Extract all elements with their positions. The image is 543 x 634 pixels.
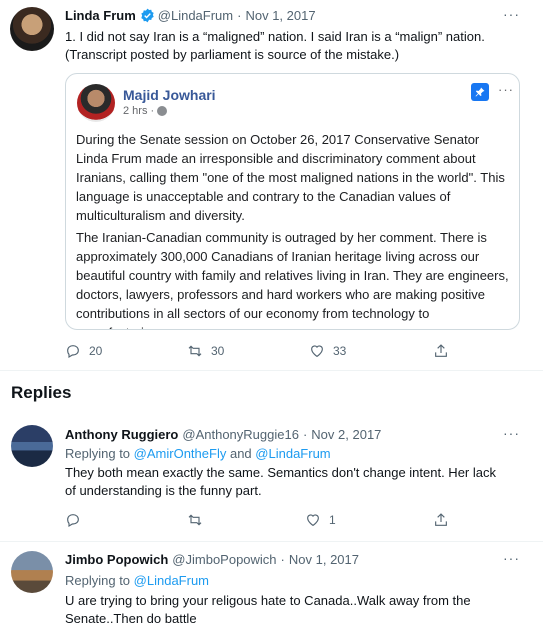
share-icon — [435, 513, 447, 526]
like-count: 33 — [333, 344, 347, 358]
author-handle[interactable]: @LindaFrum — [158, 8, 233, 23]
more-options-icon[interactable]: ··· — [503, 550, 520, 566]
reply-button[interactable]: 20 — [65, 343, 187, 359]
post-author-avatar — [77, 84, 115, 122]
mention-link[interactable]: @LindaFrum — [255, 446, 330, 461]
replying-and: and — [229, 446, 252, 461]
author-handle[interactable]: @JimboPopowich — [172, 552, 276, 567]
embedded-post-image[interactable]: Majid Jowhari 2 hrs · ··· During the Sen… — [65, 73, 520, 330]
share-button[interactable] — [433, 343, 449, 359]
tweet-date[interactable]: Nov 1, 2017 — [289, 552, 359, 567]
separator-dot: · — [280, 552, 285, 567]
more-options-icon[interactable]: ··· — [503, 425, 520, 441]
share-icon — [435, 344, 447, 357]
tweet-text: They both mean exactly the same. Semanti… — [65, 465, 496, 498]
separator-dot: · — [302, 427, 308, 442]
replies-heading: Replies — [11, 383, 72, 402]
tweet-date[interactable]: Nov 1, 2017 — [245, 8, 315, 23]
replying-prefix: Replying to — [65, 573, 131, 588]
reply-icon — [67, 514, 79, 528]
retweet-icon — [188, 345, 202, 357]
tweet-actions: 1 — [65, 512, 525, 528]
tweet-text: 1. I did not say Iran is a “maligned” na… — [65, 29, 485, 62]
author-handle[interactable]: @AnthonyRuggie16 — [182, 427, 299, 442]
main-tweet: Linda Frum @LindaFrum · Nov 1, 2017 ··· … — [0, 0, 543, 372]
verified-badge-icon — [140, 8, 155, 23]
heart-icon — [307, 514, 319, 527]
pin-icon — [471, 83, 489, 101]
retweet-button[interactable]: 30 — [187, 343, 309, 359]
retweet-button[interactable] — [187, 512, 305, 528]
more-options-icon[interactable]: ··· — [503, 6, 520, 22]
avatar[interactable] — [10, 7, 54, 51]
divider — [0, 370, 543, 371]
replying-prefix: Replying to — [65, 446, 131, 461]
post-paragraph-2: The Iranian-Canadian community is outrag… — [76, 230, 509, 329]
reply-icon — [67, 345, 79, 359]
author-name[interactable]: Jimbo Popowich — [65, 552, 168, 567]
share-button[interactable] — [433, 512, 449, 528]
post-author-name: Majid Jowhari — [123, 87, 216, 103]
post-paragraph-1: During the Senate session on October 26,… — [76, 132, 505, 223]
separator-dot: · — [237, 8, 242, 23]
separator-dot: · — [150, 105, 155, 117]
reply-tweet: Jimbo Popowich @JimboPopowich · Nov 1, 2… — [0, 542, 543, 634]
reply-button[interactable] — [65, 512, 187, 528]
globe-icon — [157, 106, 168, 116]
mention-link[interactable]: @AmirOntheFly — [134, 446, 227, 461]
like-button[interactable]: 33 — [309, 343, 433, 359]
avatar[interactable] — [11, 425, 53, 467]
replying-to: Replying to @AmirOntheFly and @LindaFrum — [65, 445, 331, 463]
like-count: 1 — [329, 513, 336, 527]
post-time: 2 hrs — [123, 105, 148, 117]
avatar[interactable] — [11, 551, 53, 593]
reply-count: 20 — [89, 344, 103, 358]
retweet-icon — [188, 514, 202, 526]
reply-tweet: Anthony Ruggiero @AnthonyRuggie16 · Nov … — [0, 418, 543, 542]
replying-to: Replying to @LindaFrum — [65, 572, 209, 590]
post-more-icon: ··· — [498, 82, 514, 97]
retweet-count: 30 — [211, 344, 225, 358]
heart-icon — [311, 345, 323, 358]
tweet-actions: 20 30 33 — [65, 343, 525, 359]
like-button[interactable]: 1 — [305, 512, 433, 528]
author-name[interactable]: Anthony Ruggiero — [65, 427, 178, 442]
mention-link[interactable]: @LindaFrum — [134, 573, 209, 588]
tweet-date[interactable]: Nov 2, 2017 — [311, 427, 381, 442]
tweet-text: U are trying to bring your religous hate… — [65, 593, 471, 626]
author-name[interactable]: Linda Frum — [65, 8, 136, 23]
